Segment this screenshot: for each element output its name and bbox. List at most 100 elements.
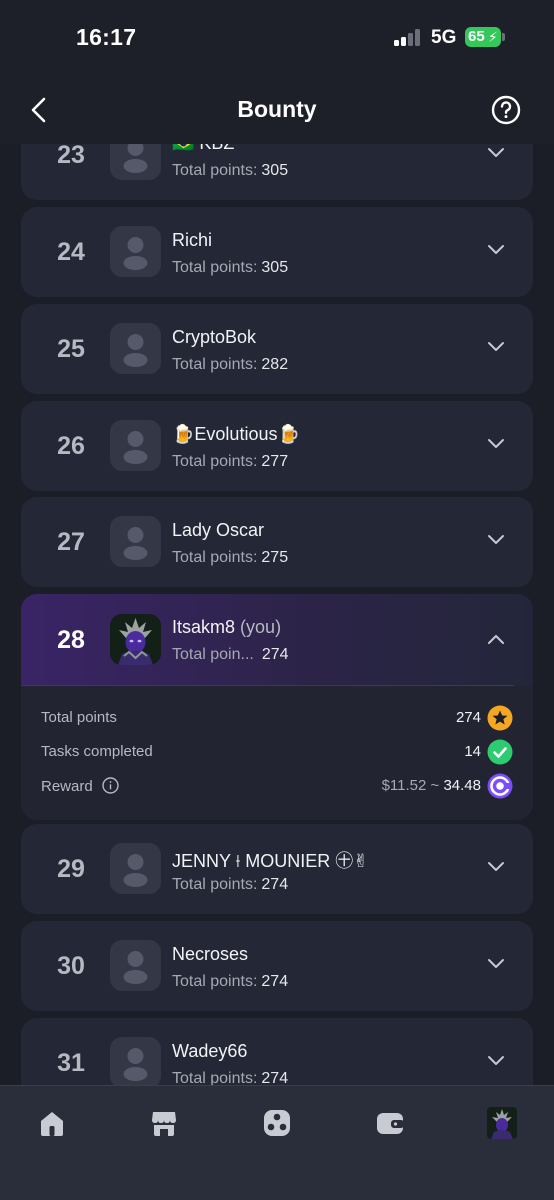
chevron-down-icon[interactable] [487,958,505,970]
leaderboard-row[interactable]: 30 Necroses Total points: 274 [21,921,533,1011]
chevron-down-icon[interactable] [487,147,505,159]
bottom-tab-bar [0,1085,554,1200]
avatar [110,323,161,374]
divider [21,685,514,686]
question-circle-icon[interactable] [491,95,521,125]
points-line: Total points: 305 [172,162,289,179]
leaderboard-list[interactable]: 23 🇧🇷 KBZ Total points:305 24 Richi Tota… [0,144,554,1085]
info-icon[interactable] [102,777,119,794]
username: JENNY ⟊ MOUNIER ㊉✌ [172,851,369,871]
rank-number: 26 [57,432,85,460]
avatar [110,940,161,991]
leaderboard-row[interactable]: 23 🇧🇷 KBZ Total points:305 [21,144,533,200]
username: 🇧🇷 KBZ [172,144,234,154]
reward-usd: $11.52 ~ [381,777,440,794]
user-placeholder-icon [123,431,148,464]
status-time: 16:17 [76,24,137,50]
username: 🍺Evolutious🍺 [172,424,300,444]
total-points-value: 274 [455,709,481,726]
points-line: Total points: 274 [172,973,289,990]
points-line: Total points: 305 [172,259,289,276]
leaderboard-row[interactable]: 27 Lady Oscar Total points: 275 [21,497,533,587]
points-value: 305 [261,162,289,179]
row-header[interactable]: 28 Itsakm8 (you) Total poin... 274 [21,594,533,686]
points-line: Total points: 274 [172,1070,289,1085]
points-value: 305 [261,259,289,276]
page-title: Bounty [237,96,317,122]
points-value: 274 [261,1070,289,1085]
user-placeholder-icon [123,527,148,560]
username: Richi [172,230,213,250]
chevron-down-icon[interactable] [487,341,505,353]
cellular-signal-icon [394,29,420,46]
profile-avatar[interactable] [487,1107,517,1139]
leaderboard-row[interactable]: 25 CryptoBok Total points: 282 [21,304,533,394]
leaderboard-row[interactable]: 29 JENNY ⟊ MOUNIER ㊉✌ Total points: 274 [21,824,533,914]
tasks-completed-value: 14 [464,743,481,760]
games-icon[interactable] [262,1108,292,1138]
chevron-up-icon[interactable] [487,633,505,645]
user-placeholder-icon [123,334,148,367]
store-icon[interactable] [149,1108,179,1138]
battery-icon: 65 ⚡ [465,27,505,47]
wallet-icon[interactable] [375,1108,405,1138]
chevron-down-icon[interactable] [487,244,505,256]
points-line: Total points: 282 [172,356,289,373]
avatar [110,420,161,471]
avatar [110,226,161,277]
leaderboard-row[interactable]: 31 Wadey66 Total points: 274 [21,1018,533,1085]
reward-value: $11.52 ~ 34.48 [382,777,481,794]
charging-bolt-icon: ⚡ [488,29,498,45]
points-value: 275 [261,549,289,566]
rank-number: 23 [57,144,85,169]
avatar [110,1037,161,1085]
rank-number: 28 [57,626,85,654]
points-value: 274 [261,876,289,893]
home-icon[interactable] [37,1108,67,1138]
chevron-down-icon[interactable] [487,1055,505,1067]
rank-number: 27 [57,528,85,556]
username: Wadey66 [172,1041,248,1061]
rank-number: 24 [57,238,85,266]
chevron-down-icon[interactable] [487,534,505,546]
chevron-down-icon[interactable] [487,438,505,450]
points-value: 277 [261,453,289,470]
network-type: 5G [431,27,457,48]
points-line: Total points: 277 [172,453,289,470]
status-bar: 16:17 5G 65 ⚡ [0,0,554,76]
tasks-completed-label: Tasks completed [41,743,153,760]
avatar [110,614,161,665]
reward-tokens: 34.48 [443,777,481,794]
username: Necroses [172,944,249,964]
leaderboard-row[interactable]: 26 🍺Evolutious🍺 Total points: 277 [21,401,533,491]
username: Lady Oscar [172,520,265,540]
star-badge-icon [487,705,513,731]
username: CryptoBok [172,327,257,347]
avatar [110,144,161,180]
user-placeholder-icon [123,854,148,887]
rank-number: 29 [57,855,85,883]
points-line: Total poin... 274 [172,646,289,663]
rank-number: 30 [57,952,85,980]
points-line: Total points: 275 [172,549,289,566]
username: Itsakm8 (you) [172,617,282,637]
rank-number: 25 [57,335,85,363]
points-value: 274 [261,973,289,990]
leaderboard-row-current-user[interactable]: 28 Itsakm8 (you) Total poin... 274 Total … [21,594,533,820]
chevron-down-icon[interactable] [487,861,505,873]
user-placeholder-icon [123,237,148,270]
rank-number: 31 [57,1049,85,1077]
user-placeholder-icon [123,144,148,173]
check-badge-icon [487,739,513,765]
user-placeholder-icon [123,951,148,984]
you-tag: (you) [240,617,282,637]
avatar [110,516,161,567]
points-value: 282 [261,356,289,373]
character-avatar-image [110,614,161,665]
avatar [110,843,161,894]
reward-label: Reward [41,777,119,795]
leaderboard-row[interactable]: 24 Richi Total points: 305 [21,207,533,297]
user-placeholder-icon [123,1048,148,1081]
token-coin-icon [487,773,513,799]
top-bar: Bounty [0,76,554,144]
